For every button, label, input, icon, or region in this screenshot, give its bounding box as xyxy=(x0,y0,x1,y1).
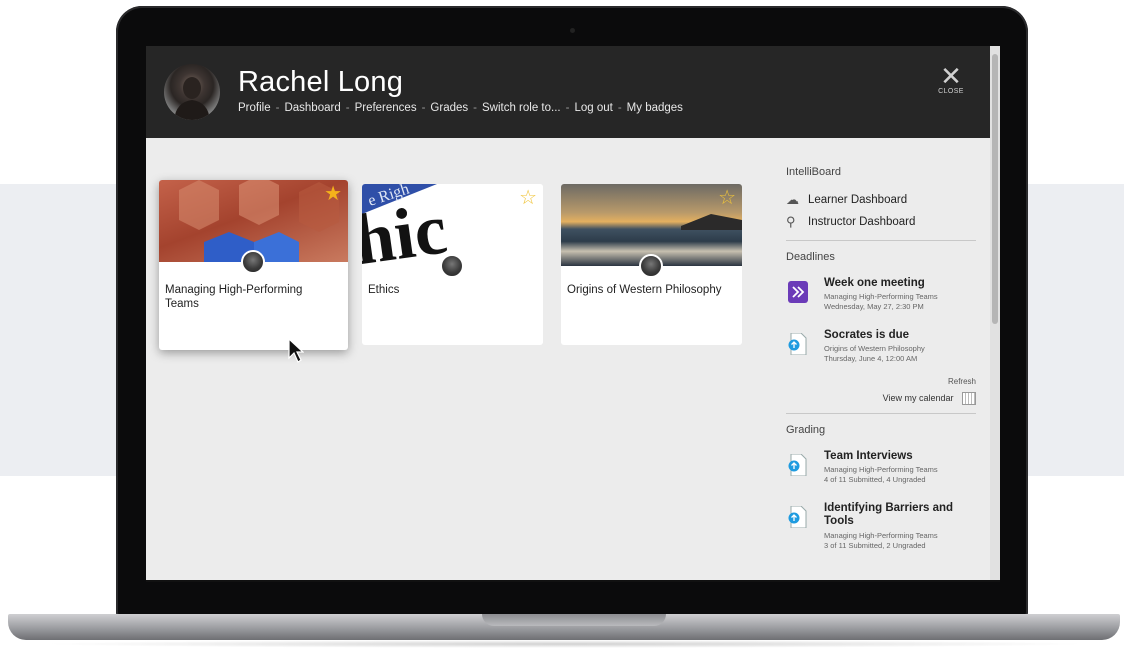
grading-title-text: Identifying Barriers and Tools xyxy=(824,502,954,527)
instructor-avatar xyxy=(241,250,265,274)
laptop-notch xyxy=(482,614,666,626)
close-label: CLOSE xyxy=(938,88,964,95)
grading-title: Grading xyxy=(786,424,826,436)
assignment-icon xyxy=(788,333,807,355)
nav-switch-role[interactable]: Switch role to... xyxy=(482,102,561,114)
learner-dashboard-link[interactable]: ☁ Learner Dashboard xyxy=(786,192,976,208)
screen: Rachel Long Profile - Dashboard - Preference… xyxy=(146,46,1000,582)
user-name: Rachel Long xyxy=(238,66,404,98)
favorite-star-icon[interactable]: ★ xyxy=(324,184,342,204)
view-calendar-label: View my calendar xyxy=(882,392,954,403)
deadline-title: Week one meeting xyxy=(824,277,925,289)
course-title[interactable]: Origins of Western Philosophy xyxy=(567,283,737,297)
instructor-dashboard-link[interactable]: ⚲ Instructor Dashboard xyxy=(786,214,976,230)
grading-course: Managing High-Performing Teams xyxy=(824,531,938,540)
nav-log-out[interactable]: Log out xyxy=(574,102,612,114)
course-card[interactable]: ★ Managing High-Performing Teams xyxy=(159,180,348,350)
deadline-title: Socrates is due xyxy=(824,329,910,341)
favorite-star-icon[interactable]: ☆ xyxy=(718,188,736,208)
sidebar: IntelliBoard ☁ Learner Dashboard ⚲ Instr… xyxy=(786,138,976,564)
grading-status: 4 of 11 Submitted, 4 Ungraded xyxy=(824,475,926,484)
intelliboard-title: IntelliBoard xyxy=(786,166,842,178)
deadline-item[interactable]: Week one meeting Managing High-Performin… xyxy=(786,277,976,329)
learner-dashboard-icon: ☁ xyxy=(786,192,799,207)
deadline-course: Origins of Western Philosophy xyxy=(824,344,925,353)
assignment-icon xyxy=(788,506,807,528)
deadline-date: Wednesday, May 27, 2:30 PM xyxy=(824,302,924,311)
grading-item[interactable]: Team Interviews Managing High-Performing… xyxy=(786,450,976,502)
scrollbar-thumb[interactable] xyxy=(992,54,998,324)
deadline-item[interactable]: Socrates is due Origins of Western Philo… xyxy=(786,329,976,381)
grading-status: 3 of 11 Submitted, 2 Ungraded xyxy=(824,541,926,550)
profile-header: Rachel Long Profile - Dashboard - Preference… xyxy=(146,46,990,138)
assignment-icon xyxy=(788,454,807,476)
favorite-star-icon[interactable]: ☆ xyxy=(519,188,537,208)
nav-dashboard[interactable]: Dashboard xyxy=(284,102,340,114)
instructor-avatar xyxy=(639,254,663,278)
course-card[interactable]: ☆ Origins of Western Philosophy xyxy=(561,184,742,345)
divider xyxy=(786,240,976,241)
nav-preferences[interactable]: Preferences xyxy=(355,102,417,114)
nav-profile[interactable]: Profile xyxy=(238,102,271,114)
divider xyxy=(786,413,976,414)
course-title[interactable]: Managing High-Performing Teams xyxy=(165,283,335,311)
calendar-icon xyxy=(962,392,976,405)
instructor-avatar xyxy=(440,254,464,278)
learner-dashboard-label: Learner Dashboard xyxy=(808,194,908,206)
grading-title-text: Team Interviews xyxy=(824,450,913,462)
scrollbar[interactable] xyxy=(990,46,1000,582)
close-button[interactable]: ✕ CLOSE xyxy=(936,61,966,104)
course-card[interactable]: e Righ hic ☆ Ethics xyxy=(362,184,543,345)
avatar[interactable] xyxy=(164,64,220,120)
profile-nav: Profile - Dashboard - Preferences - Grades - Swi… xyxy=(238,102,683,114)
instructor-dashboard-label: Instructor Dashboard xyxy=(808,216,916,228)
instructor-dashboard-icon: ⚲ xyxy=(786,214,796,229)
view-calendar-link[interactable]: View my calendar xyxy=(786,392,976,405)
grading-item[interactable]: Identifying Barriers and Tools Managing … xyxy=(786,502,976,564)
screen-bottom-edge xyxy=(146,580,1000,582)
camera xyxy=(570,28,575,33)
deadline-course: Managing High-Performing Teams xyxy=(824,292,938,301)
mouse-cursor-icon xyxy=(288,338,304,363)
deadlines-title: Deadlines xyxy=(786,251,835,263)
nav-grades[interactable]: Grades xyxy=(430,102,468,114)
grading-course: Managing High-Performing Teams xyxy=(824,465,938,474)
close-icon: ✕ xyxy=(940,61,962,91)
laptop-shadow xyxy=(40,640,1090,648)
svg-text:hic: hic xyxy=(362,188,451,266)
deadline-date: Thursday, June 4, 12:00 AM xyxy=(824,354,918,363)
nav-my-badges[interactable]: My badges xyxy=(627,102,683,114)
meeting-icon xyxy=(788,281,808,303)
course-title[interactable]: Ethics xyxy=(368,283,538,297)
